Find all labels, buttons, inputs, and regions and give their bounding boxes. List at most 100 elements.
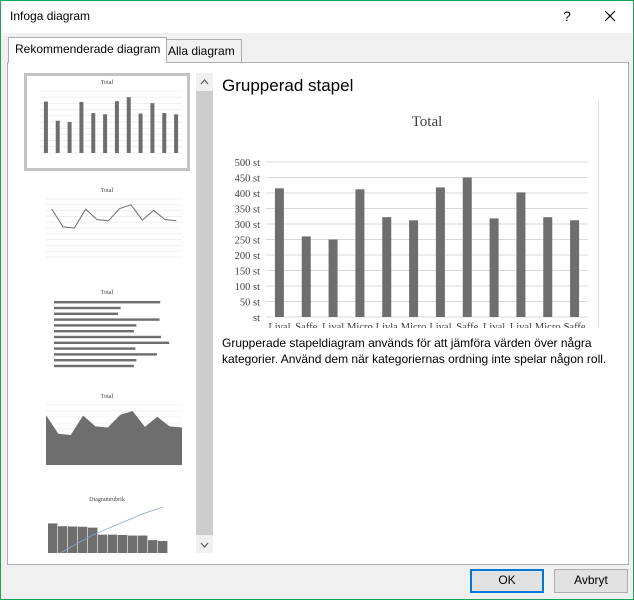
- thumbnail-pareto-bar: [68, 526, 78, 553]
- chart-type-name: Grupperad stapel: [222, 76, 354, 95]
- thumbnail-bar: [162, 113, 167, 153]
- thumbnail-title: Total: [101, 80, 114, 86]
- thumbnail-area: [46, 411, 182, 465]
- thumbnail-horizontal-bar[interactable]: Total: [24, 285, 190, 381]
- title-bar: Infoga diagram ?: [1, 1, 633, 33]
- thumbnail-scrollbar[interactable]: [196, 73, 213, 553]
- tab-all-charts[interactable]: Alla diagram: [161, 39, 242, 63]
- help-button[interactable]: ?: [557, 5, 577, 27]
- thumbnail-line[interactable]: Total: [24, 181, 190, 275]
- thumbnail-hbar: [54, 324, 137, 327]
- scrollbar-thumb[interactable]: [196, 91, 213, 535]
- x-tick-label: Micro104: [347, 322, 373, 328]
- dialog-title: Infoga diagram: [10, 9, 91, 23]
- thumbnail-pareto-bar: [98, 534, 108, 553]
- thumbnail-bar: [43, 101, 48, 153]
- y-tick-label: 100 st: [235, 282, 260, 293]
- thumbnail-hbar: [54, 341, 170, 344]
- bar: [301, 236, 311, 317]
- thumbnail-title: Total: [101, 290, 114, 296]
- thumbnail-bar: [79, 101, 84, 153]
- y-tick-label: st: [253, 313, 260, 324]
- thumbnail-area[interactable]: Total: [24, 389, 190, 485]
- thumbnail-bar: [174, 114, 179, 153]
- y-tick-label: 50 st: [240, 298, 260, 309]
- close-button[interactable]: [599, 5, 621, 27]
- y-tick-label: 200 st: [235, 251, 260, 262]
- thumbnail-hbar: [54, 353, 157, 356]
- bar: [355, 189, 365, 317]
- cancel-button[interactable]: Avbryt: [554, 569, 628, 593]
- bar: [462, 177, 472, 317]
- scroll-up-icon[interactable]: [196, 73, 213, 90]
- thumbnail-hbar: [54, 301, 161, 304]
- thumbnail-hbar: [54, 306, 121, 310]
- thumbnail-bar: [67, 122, 72, 153]
- thumbnail-hbar: [54, 318, 160, 321]
- thumbnail-title: Total: [101, 188, 114, 194]
- x-tick-label: Saffe112: [564, 322, 586, 328]
- tab-panel: Total Total Total Total Diagramrubrik Gr…: [7, 62, 629, 565]
- x-tick-label: Saffe108: [456, 322, 478, 328]
- thumbnail-bar: [91, 113, 96, 153]
- bar: [382, 217, 392, 317]
- x-tick-label: Micro106: [401, 322, 427, 328]
- bar: [570, 220, 580, 317]
- thumbnail-bar: [103, 114, 108, 153]
- thumbnail-pareto-bar: [88, 527, 98, 553]
- bar: [543, 217, 553, 317]
- insert-chart-dialog: Infoga diagram ? Rekommenderade diagram …: [0, 0, 634, 600]
- close-icon: [604, 10, 616, 22]
- chart-description: Grupperade stapeldiagram används för att…: [222, 336, 607, 366]
- x-tick-label: Micro111: [535, 322, 561, 328]
- x-tick-label: Lival110: [510, 322, 532, 328]
- thumbnail-bar: [138, 113, 143, 153]
- thumbnail-bar: [150, 103, 155, 153]
- y-tick-label: 150 st: [235, 267, 260, 278]
- y-tick-label: 450 st: [235, 174, 260, 185]
- thumbnail-pareto-bar: [158, 541, 168, 553]
- x-tick-label: Livla105: [376, 322, 398, 328]
- y-tick-label: 500 st: [235, 158, 260, 169]
- bar: [409, 220, 419, 317]
- thumbnail-hbar: [54, 335, 162, 339]
- y-tick-label: 400 st: [235, 189, 260, 200]
- thumbnail-pareto-bar: [108, 534, 118, 553]
- tab-recommended[interactable]: Rekommenderade diagram: [8, 37, 168, 63]
- bar: [274, 188, 284, 317]
- thumbnail-clustered-bar[interactable]: Total: [24, 73, 190, 171]
- thumbnail-pareto-bar: [128, 535, 138, 553]
- thumbnail-pareto[interactable]: Diagramrubrik: [24, 493, 190, 553]
- thumbnail-pareto-bar: [148, 540, 158, 553]
- x-tick-label: Lival109: [483, 322, 505, 328]
- thumbnail-title: Diagramrubrik: [89, 497, 125, 503]
- x-tick-label: Lival107: [429, 322, 451, 328]
- y-tick-label: 250 st: [235, 236, 260, 247]
- x-tick-label: Lival103: [322, 322, 344, 328]
- thumbnail-pareto-bar: [58, 526, 68, 553]
- y-tick-label: 300 st: [235, 220, 260, 231]
- thumbnail-pareto-bar: [78, 526, 88, 553]
- bar: [489, 218, 499, 317]
- chart-preview: Total 500 st 450 st 400 st 350 st 300 st 250 s…: [222, 100, 599, 346]
- chart-title: Total: [412, 114, 443, 130]
- bar: [516, 192, 526, 317]
- thumbnail-hbar: [54, 330, 134, 333]
- thumbnail-pareto-bar: [138, 535, 148, 553]
- ok-button[interactable]: OK: [470, 569, 544, 593]
- bar: [328, 239, 338, 317]
- thumbnail-hbar: [54, 359, 137, 362]
- recommended-chart-list: Total Total Total Total Diagramrubrik: [24, 73, 194, 553]
- thumbnail-bar: [55, 120, 60, 153]
- thumbnail-title: Total: [101, 394, 114, 400]
- thumbnail-hbar: [54, 364, 134, 368]
- x-tick-label: Lival101: [268, 322, 290, 328]
- thumbnail-hbar: [54, 312, 118, 315]
- thumbnail-pareto-bar: [48, 523, 58, 553]
- thumbnail-pareto-bar: [118, 535, 128, 553]
- bar: [435, 187, 445, 317]
- thumbnail-hbar: [54, 347, 136, 350]
- x-tick-label: Saffe102: [295, 322, 317, 328]
- scroll-down-icon[interactable]: [196, 536, 213, 553]
- thumbnail-bar: [114, 101, 119, 153]
